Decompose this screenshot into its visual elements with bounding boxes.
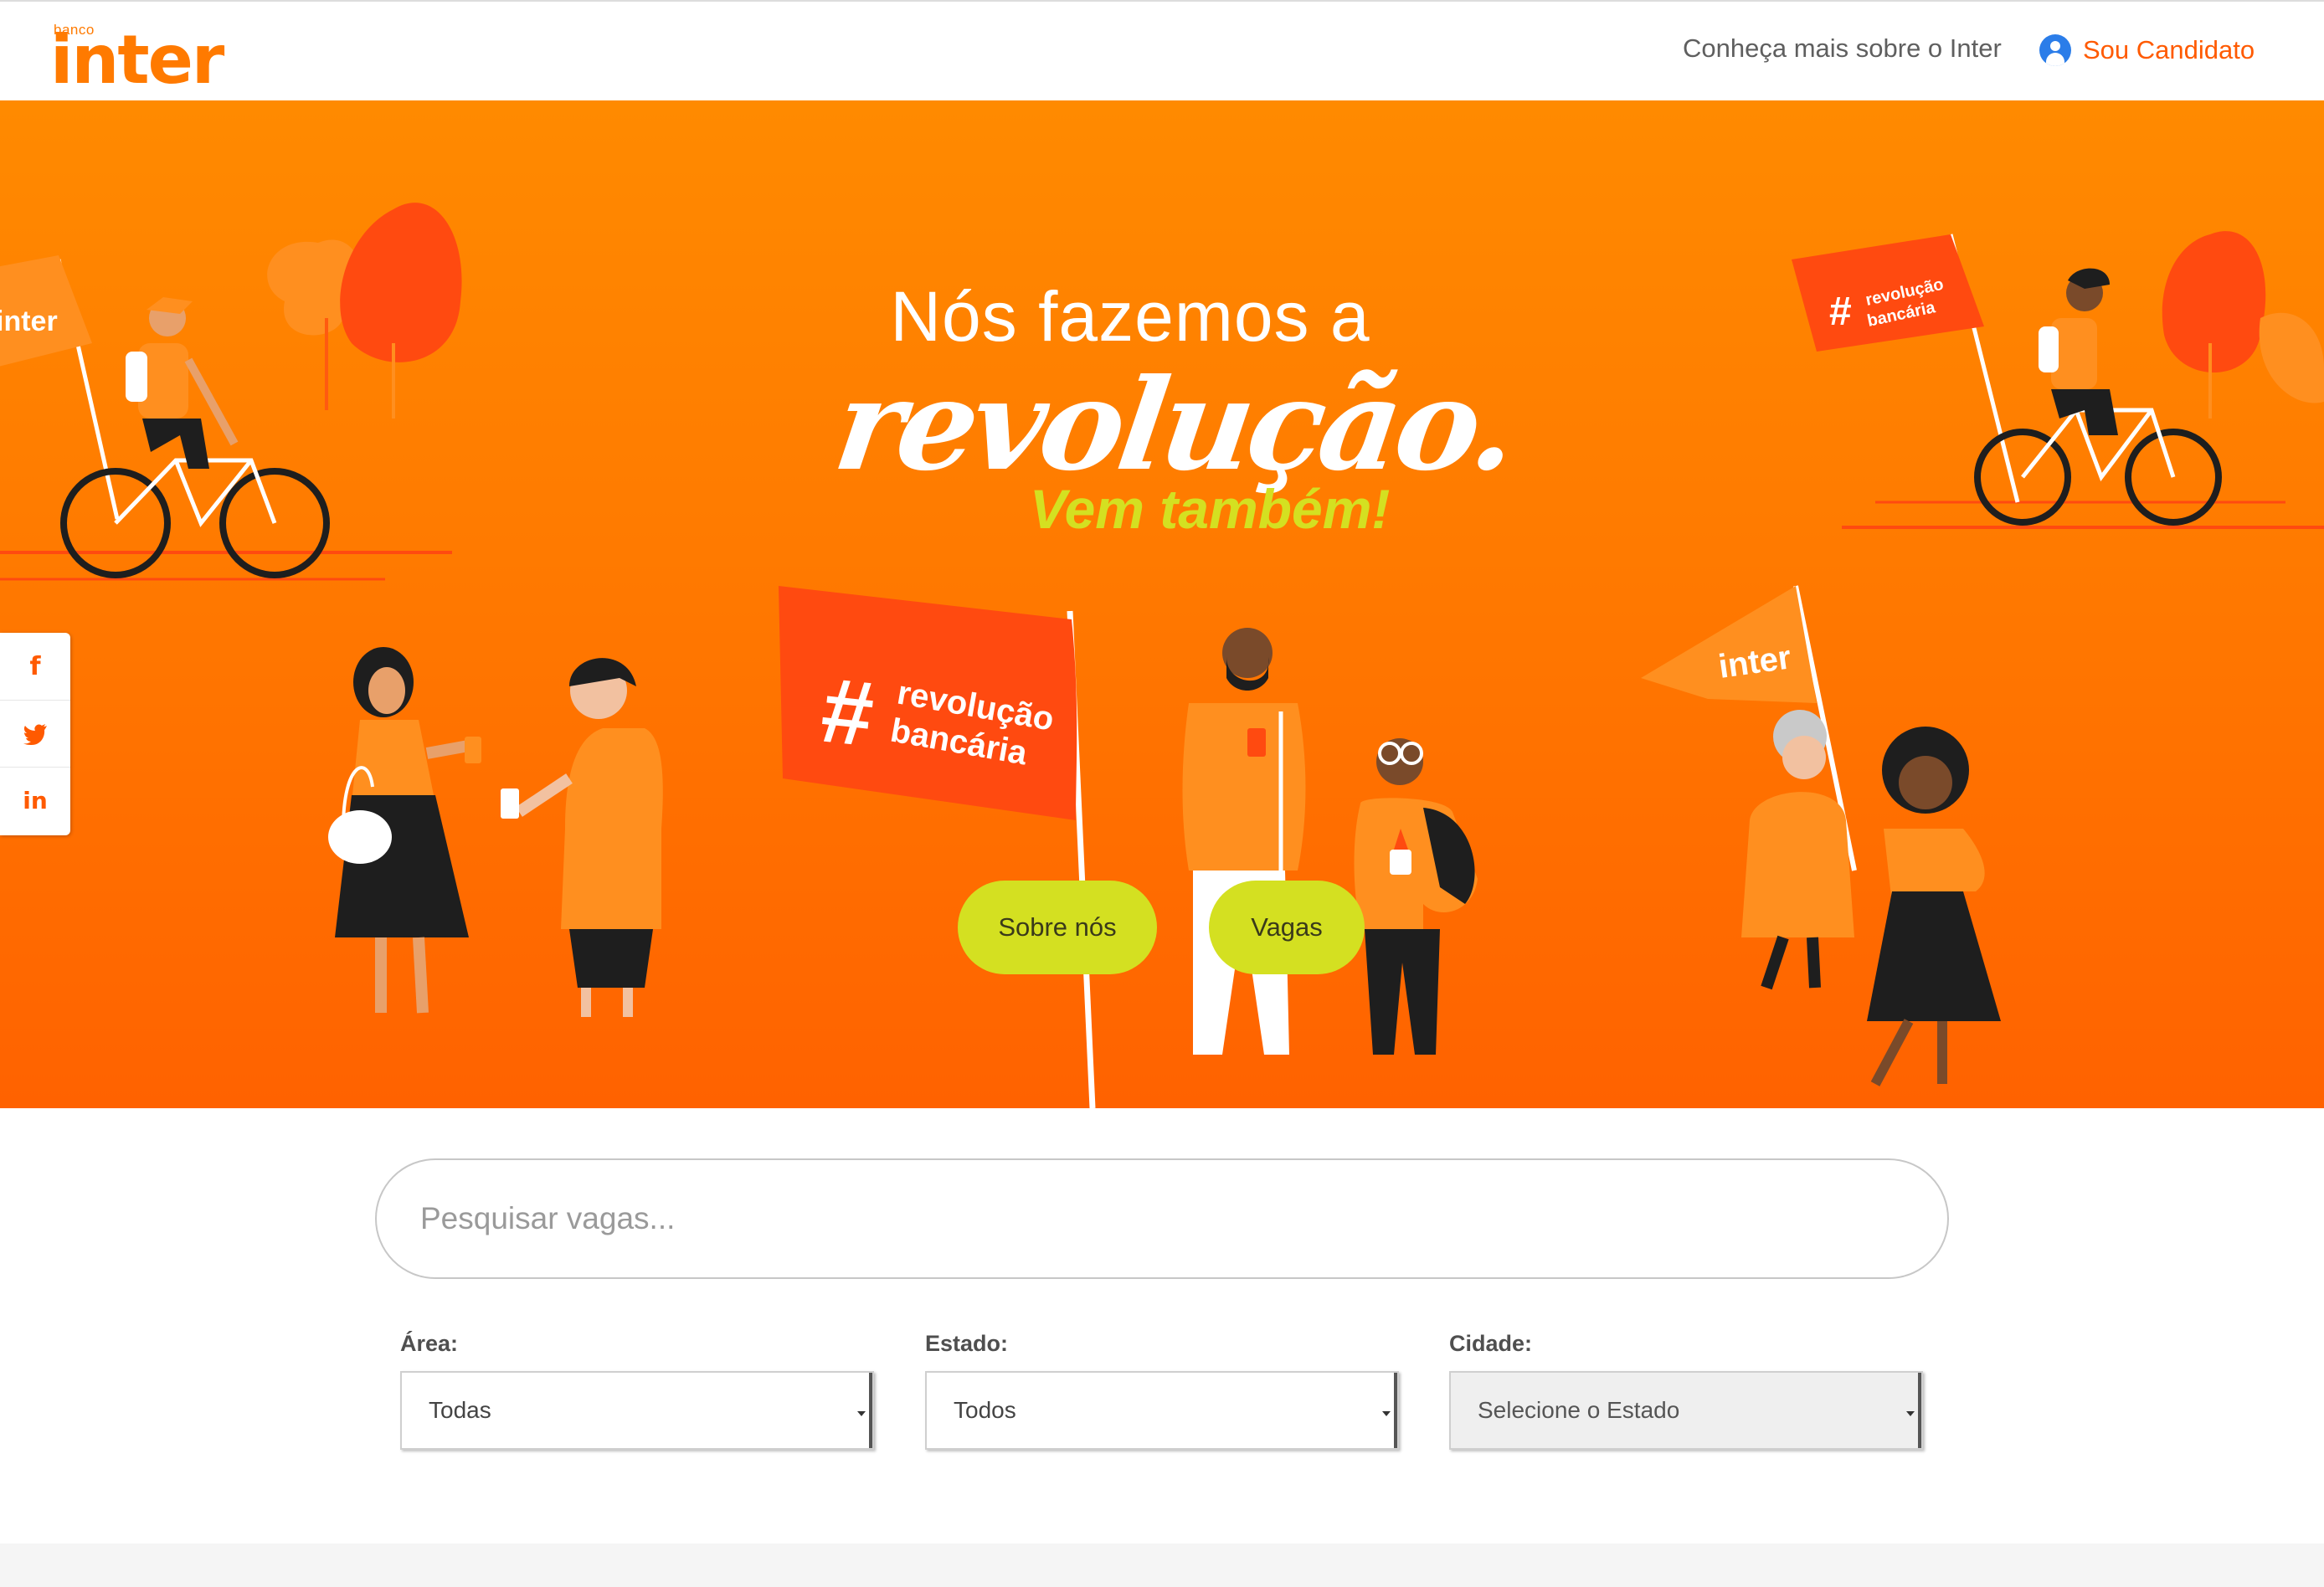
cyclist-left-icon: inter — [0, 255, 330, 578]
logo-main-text: inter — [50, 21, 224, 99]
central-flag-icon: # revolução bancária — [779, 586, 1096, 1108]
linkedin-icon[interactable]: in — [0, 767, 70, 834]
city-filter-label: Cidade: — [1449, 1331, 1533, 1356]
hero-illustration: inter # revolução bancária # revolução b… — [0, 203, 2324, 1108]
trees-left-icon — [267, 203, 462, 419]
city-select[interactable]: Selecione o Estado — [1449, 1371, 1923, 1450]
city-select-value: Selecione o Estado — [1478, 1397, 1680, 1423]
twitter-bird-icon — [23, 723, 47, 745]
curly-hair-woman-icon — [1867, 727, 2001, 1086]
svg-text:#: # — [816, 659, 878, 767]
candidate-label: Sou Candidato — [2083, 35, 2255, 64]
top-header: banco inter Conheça mais sobre o Inter S… — [0, 0, 2324, 100]
area-filter-label: Área: — [400, 1331, 459, 1356]
nav-about-inter-link[interactable]: Conheça mais sobre o Inter — [1683, 33, 2002, 64]
older-woman-icon — [1741, 710, 1854, 990]
area-select-value: Todas — [429, 1397, 491, 1423]
twitter-icon[interactable] — [0, 700, 70, 767]
footer-band — [0, 1543, 2324, 1587]
area-select[interactable]: Todas — [400, 1371, 874, 1450]
candidate-login-link[interactable]: Sou Candidato — [2039, 32, 2255, 69]
user-icon — [2039, 34, 2071, 66]
woman-with-purse-icon — [328, 647, 481, 1014]
person-with-glasses-icon — [1354, 738, 1478, 1055]
svg-text:#: # — [1829, 290, 1852, 334]
chevron-down-icon — [1906, 1411, 1915, 1416]
jobs-button[interactable]: Vagas — [1209, 881, 1365, 974]
trees-right-icon — [2162, 231, 2324, 419]
chevron-down-icon — [857, 1411, 866, 1416]
hero-banner: inter # revolução bancária # revolução b… — [0, 100, 2324, 1108]
cyclist-right-icon: # revolução bancária — [1792, 234, 2222, 526]
about-us-button[interactable]: Sobre nós — [958, 881, 1157, 974]
state-select[interactable]: Todos — [925, 1371, 1399, 1450]
state-filter-label: Estado: — [925, 1331, 1009, 1356]
banco-inter-logo[interactable]: banco inter — [50, 18, 224, 94]
headline-line-1: Nós fazemos a — [890, 277, 1370, 356]
state-select-value: Todos — [954, 1397, 1016, 1423]
headline-line-3: Vem também! — [1030, 478, 1391, 540]
social-share-sidebar: f in — [0, 633, 70, 835]
search-jobs-input[interactable] — [375, 1158, 1949, 1279]
man-with-beard-icon — [1182, 628, 1306, 1055]
svg-text:inter: inter — [0, 306, 58, 337]
facebook-icon[interactable]: f — [0, 633, 70, 700]
chevron-down-icon — [1382, 1411, 1391, 1416]
woman-with-phone-icon — [501, 658, 663, 1017]
